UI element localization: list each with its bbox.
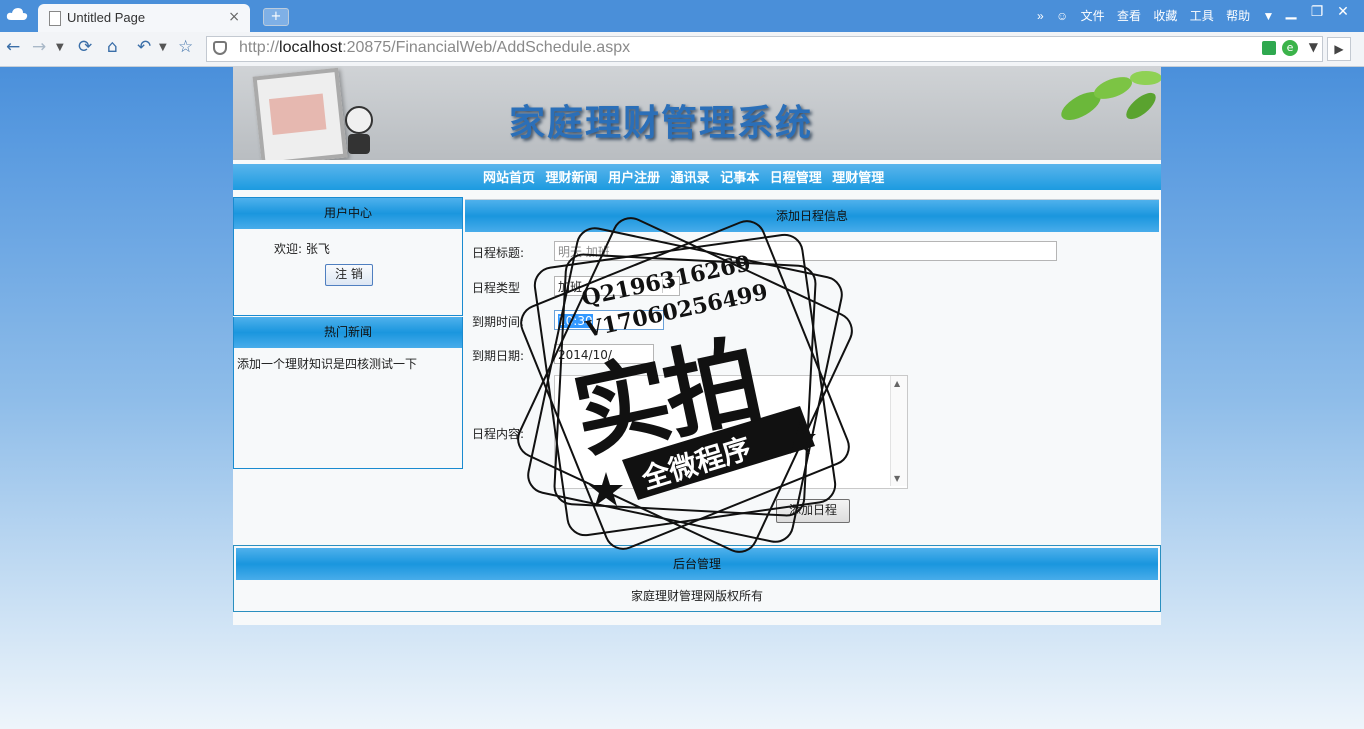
logout-button[interactable]: 注 销 [325,264,373,286]
hot-news-panel: 热门新闻 添加一个理财知识是四核测试一下 [233,317,463,469]
textarea-scrollbar[interactable]: ▲ ▼ [890,376,907,486]
skin-icon[interactable]: ▼ [1262,9,1274,23]
site-banner: 家庭理财管理系统 [233,66,1161,160]
browser-title-bar: Untitled Page × + » ☺ 文件 查看 收藏 工具 帮助 ▼ ▁… [0,0,1364,32]
tab-title: Untitled Page [67,10,146,25]
menu-more-icon[interactable]: » [1037,9,1044,23]
scroll-down-icon[interactable]: ▼ [894,474,900,483]
nav-finance-manage[interactable]: 理财管理 [832,171,884,186]
nav-schedule[interactable]: 日程管理 [770,171,822,186]
site-nav: 网站首页 理财新闻 用户注册 通讯录 记事本 日程管理 理财管理 [233,164,1161,190]
nav-notepad[interactable]: 记事本 [720,171,759,186]
history-dropdown-icon[interactable]: ▼ [56,42,64,53]
menu-file[interactable]: 文件 [1081,9,1105,23]
nav-register[interactable]: 用户注册 [608,171,660,186]
undo-dropdown-icon[interactable]: ▼ [159,42,167,53]
ie-mode-icon[interactable]: e [1282,40,1298,56]
undo-icon[interactable]: ↶ [137,37,151,57]
hot-news-header: 热门新闻 [234,317,462,348]
news-link[interactable]: 添加一个理财知识是四核测试一下 [237,355,417,372]
refresh-icon[interactable]: ⟳ [78,37,92,57]
cloud-icon [6,8,28,20]
back-icon[interactable]: ← [6,37,20,57]
forward-icon[interactable]: → [32,37,46,57]
copyright-text: 家庭理财管理网版权所有 [630,589,763,603]
menu-favorites[interactable]: 收藏 [1153,9,1177,23]
home-icon[interactable]: ⌂ [107,37,118,57]
new-tab-button[interactable]: + [263,8,289,26]
menu-tools[interactable]: 工具 [1190,9,1214,23]
tab-close-icon[interactable]: × [228,9,240,25]
browser-tab[interactable]: Untitled Page × [38,4,250,32]
url-text[interactable]: http://localhost:20875/FinancialWeb/AddS… [239,39,630,57]
nav-finance-news[interactable]: 理财新闻 [546,171,598,186]
go-button[interactable]: ▶ [1327,37,1351,61]
close-window-icon[interactable]: ✕ [1330,4,1356,20]
welcome-text: 欢迎: 张飞 [274,242,330,256]
banner-figure [345,106,375,154]
user-icon[interactable]: ☺ [1056,9,1068,23]
address-bar[interactable]: http://localhost:20875/FinancialWeb/AddS… [206,36,1323,62]
restore-icon[interactable]: ❐ [1304,4,1330,20]
leaves-decoration [1061,71,1161,120]
menu-view[interactable]: 查看 [1117,9,1141,23]
share-icon[interactable] [1262,41,1276,55]
page-icon [49,11,61,26]
user-center-header: 用户中心 [234,198,462,229]
minimize-icon[interactable]: ▁ [1278,4,1304,20]
window-controls: ▁ ❐ ✕ [1278,4,1356,20]
menu-help[interactable]: 帮助 [1226,9,1250,23]
site-title: 家庭理财管理系统 [509,102,814,144]
address-dropdown-icon[interactable]: ▼ [1309,40,1318,54]
browser-toolbar: ← → ▼ ⟳ ⌂ ↶ ▼ ☆ http://localhost:20875/F… [0,32,1364,67]
scroll-up-icon[interactable]: ▲ [894,379,900,388]
favorite-star-icon[interactable]: ☆ [178,37,193,57]
watermark-stamp [517,217,853,553]
security-shield-icon [213,41,227,55]
banner-photo-frame [252,67,348,160]
browser-menu-bar: » ☺ 文件 查看 收藏 工具 帮助 ▼ [1028,7,1274,24]
user-center-panel: 用户中心 欢迎: 张飞 注 销 [233,197,463,316]
nav-contacts[interactable]: 通讯录 [671,171,710,186]
nav-home[interactable]: 网站首页 [483,171,535,186]
